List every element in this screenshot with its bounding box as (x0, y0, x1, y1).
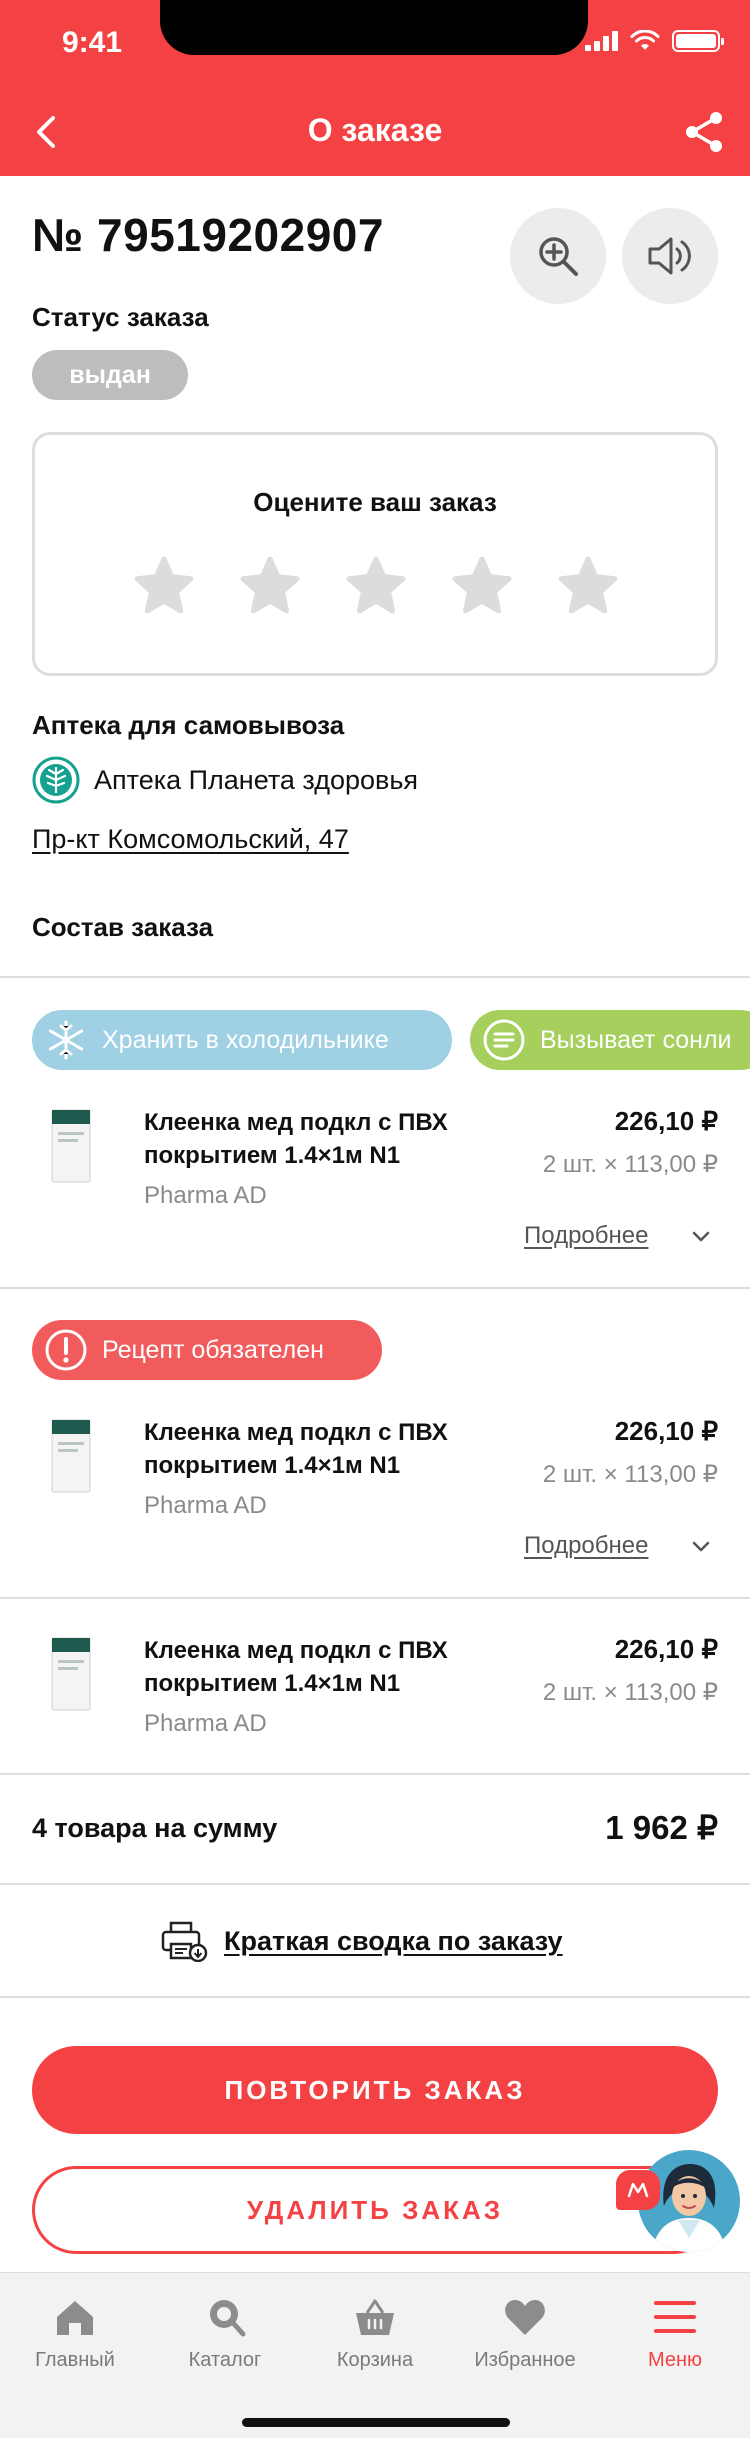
product-maker: Pharma AD (144, 1182, 267, 1209)
product-quantity: 2 шт. × 113,00 ₽ (542, 1679, 718, 1706)
tab-label: Избранное (474, 2349, 576, 2371)
share-icon[interactable] (680, 108, 728, 156)
product-image (51, 1109, 91, 1183)
speaker-icon (648, 237, 691, 275)
star-icon[interactable] (557, 555, 619, 617)
details-link[interactable]: Подробнее (524, 1222, 648, 1250)
zoom-button[interactable] (510, 208, 606, 304)
tab-favorites[interactable]: Избранное (450, 2295, 600, 2372)
product-quantity: 2 шт. × 113,00 ₽ (542, 1151, 718, 1178)
tab-bar: Главный Каталог Корзина Избранное Меню (0, 2272, 750, 2438)
star-icon[interactable] (133, 555, 195, 617)
chevron-down-icon[interactable] (688, 1224, 714, 1250)
list-circle-icon (483, 1019, 525, 1061)
drowsiness-tag-label: Вызывает сонли (540, 1025, 732, 1054)
repeat-order-button[interactable]: ПОВТОРИТЬ ЗАКАЗ (32, 2046, 718, 2134)
sound-button[interactable] (622, 208, 718, 304)
pharmacy-logo-icon (32, 756, 80, 804)
rating-title: Оцените ваш заказ (253, 487, 497, 517)
page-title: О заказе (307, 112, 443, 148)
total-label: 4 товара на сумму (32, 1813, 278, 1843)
product-name: Клеенка мед подкл с ПВХ покрытием 1.4×1м… (144, 1109, 448, 1169)
status-label: Статус заказа (32, 302, 209, 332)
header: 9:41 О заказе (0, 0, 750, 176)
wifi-icon (630, 30, 660, 50)
prescription-tag-label: Рецепт обязателен (102, 1335, 324, 1364)
tab-label: Главный (35, 2349, 115, 2371)
tab-menu[interactable]: Меню (600, 2295, 750, 2372)
rating-card: Оцените ваш заказ (32, 432, 718, 676)
details-link[interactable]: Подробнее (524, 1532, 648, 1560)
divider (0, 976, 750, 978)
printer-icon (161, 1921, 208, 1962)
order-summary-link[interactable]: Краткая сводка по заказу (224, 1926, 563, 1957)
drowsiness-tag: Вызывает сонли (470, 1010, 750, 1070)
product-quantity: 2 шт. × 113,00 ₽ (542, 1461, 718, 1488)
rating-stars (133, 555, 619, 617)
status-icons (585, 30, 724, 52)
product-image (51, 1637, 91, 1711)
tab-home[interactable]: Главный (0, 2295, 150, 2372)
cold-storage-tag-label: Хранить в холодильнике (102, 1025, 389, 1054)
notch (160, 0, 588, 55)
menu-icon (654, 2301, 696, 2333)
home-indicator (242, 2418, 510, 2427)
divider (0, 1773, 750, 1775)
battery-icon (672, 30, 724, 52)
divider (0, 1883, 750, 1885)
status-badge: выдан (32, 350, 188, 400)
divider (0, 1287, 750, 1289)
product-maker: Pharma AD (144, 1492, 267, 1519)
catalog-icon (210, 2300, 246, 2337)
order-number: № 79519202907 (32, 209, 384, 261)
tab-label: Каталог (188, 2349, 262, 2371)
star-icon[interactable] (239, 555, 301, 617)
star-icon[interactable] (345, 555, 407, 617)
star-icon[interactable] (451, 555, 513, 617)
composition-label: Состав заказа (32, 912, 214, 942)
product-maker: Pharma AD (144, 1710, 267, 1737)
status-time: 9:41 (62, 26, 123, 59)
tab-label: Меню (647, 2349, 703, 2371)
product-price: 226,10 ₽ (614, 1106, 718, 1136)
product-image (51, 1419, 91, 1493)
product-price: 226,10 ₽ (614, 1634, 718, 1664)
pharmacy-label: Аптека для самовывоза (32, 710, 345, 740)
zoom-in-icon (539, 237, 578, 276)
order-item[interactable]: Клеенка мед подкл с ПВХ покрытием 1.4×1м… (0, 1416, 750, 1536)
pharmacy-address-link[interactable]: Пр-кт Комсомольский, 47 (32, 824, 349, 855)
delete-order-button[interactable]: УДАЛИТЬ ЗАКАЗ (32, 2166, 718, 2254)
prescription-tag: Рецепт обязателен (32, 1320, 382, 1380)
order-item[interactable]: Клеенка мед подкл с ПВХ покрытием 1.4×1м… (0, 1106, 750, 1226)
alert-circle-icon (45, 1329, 87, 1371)
divider (0, 1996, 750, 1998)
signal-icon (585, 31, 618, 51)
tab-label: Корзина (336, 2349, 414, 2371)
heart-icon (505, 2300, 545, 2335)
product-name: Клеенка мед подкл с ПВХ покрытием 1.4×1м… (144, 1637, 448, 1697)
cold-storage-tag: Хранить в холодильнике (32, 1010, 452, 1070)
divider (0, 1597, 750, 1599)
total-value: 1 962 ₽ (605, 1809, 718, 1846)
product-name: Клеенка мед подкл с ПВХ покрытием 1.4×1м… (144, 1419, 448, 1479)
order-item[interactable]: Клеенка мед подкл с ПВХ покрытием 1.4×1м… (0, 1634, 750, 1754)
product-price: 226,10 ₽ (614, 1416, 718, 1446)
tab-catalog[interactable]: Каталог (150, 2295, 300, 2372)
cart-icon (356, 2299, 394, 2335)
chevron-down-icon[interactable] (688, 1534, 714, 1560)
pharmacy-name: Аптека Планета здоровья (94, 765, 419, 795)
snowflake-icon (48, 1020, 84, 1060)
home-icon (57, 2301, 93, 2335)
chat-badge-icon[interactable] (616, 2170, 660, 2210)
tab-cart[interactable]: Корзина (300, 2295, 450, 2372)
